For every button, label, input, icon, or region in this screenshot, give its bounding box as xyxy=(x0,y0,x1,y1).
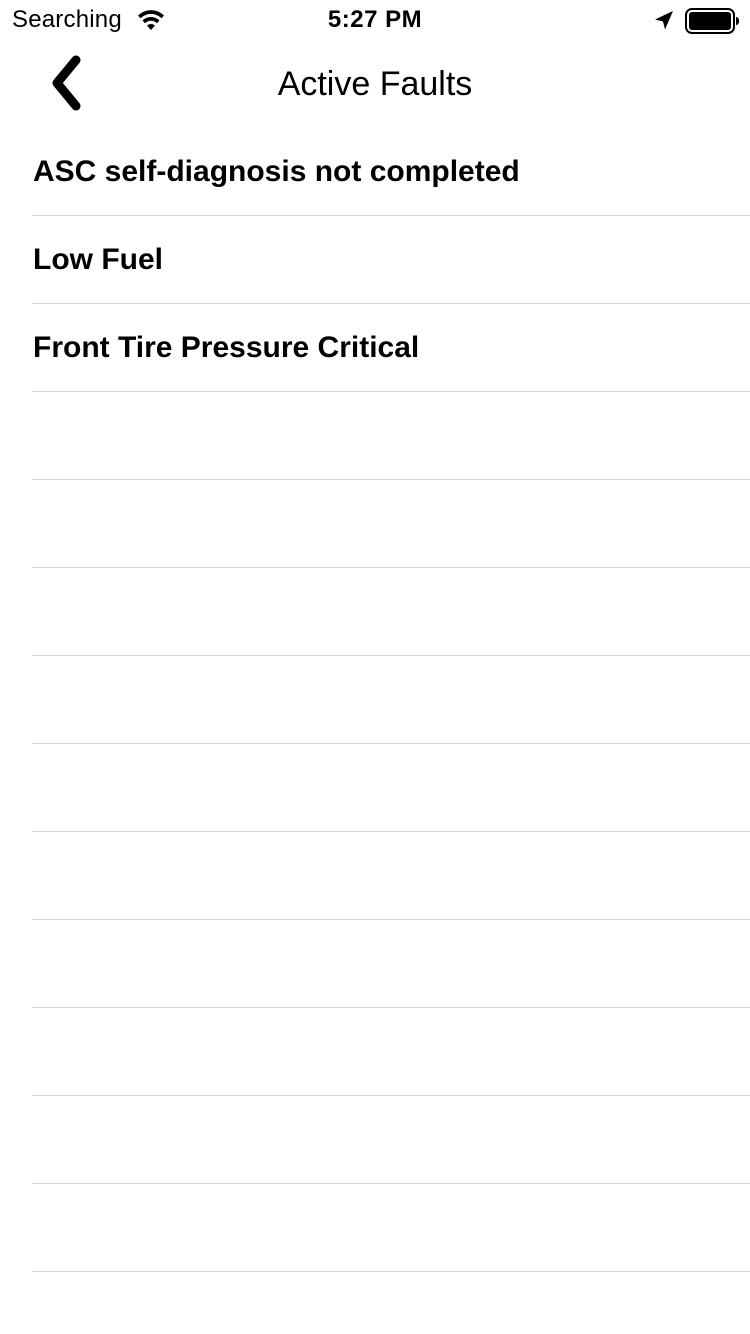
row-separator xyxy=(32,1271,750,1272)
empty-list-row xyxy=(0,392,750,480)
location-icon xyxy=(652,9,676,33)
active-faults-screen: Searching 5:27 PM Active Faults ASC self… xyxy=(0,0,750,1334)
empty-list-row xyxy=(0,920,750,1008)
list-item[interactable]: ASC self-diagnosis not completed xyxy=(0,128,750,216)
faults-list: ASC self-diagnosis not completed Low Fue… xyxy=(0,128,750,1272)
empty-list-row xyxy=(0,832,750,920)
status-bar: Searching 5:27 PM xyxy=(0,0,750,40)
empty-list-row xyxy=(0,480,750,568)
fault-label: Front Tire Pressure Critical xyxy=(33,331,420,364)
empty-list-row xyxy=(0,1184,750,1272)
empty-list-row xyxy=(0,568,750,656)
list-item[interactable]: Front Tire Pressure Critical xyxy=(0,304,750,392)
battery-icon xyxy=(685,8,741,34)
list-item[interactable]: Low Fuel xyxy=(0,216,750,304)
empty-list-row xyxy=(0,656,750,744)
empty-list-row xyxy=(0,1096,750,1184)
empty-list-row xyxy=(0,744,750,832)
page-title: Active Faults xyxy=(277,65,473,103)
empty-list-row xyxy=(0,1008,750,1096)
status-time: 5:27 PM xyxy=(327,6,423,33)
fault-label: Low Fuel xyxy=(33,243,163,276)
navigation-bar: Active Faults xyxy=(0,40,750,128)
fault-label: ASC self-diagnosis not completed xyxy=(33,155,520,188)
